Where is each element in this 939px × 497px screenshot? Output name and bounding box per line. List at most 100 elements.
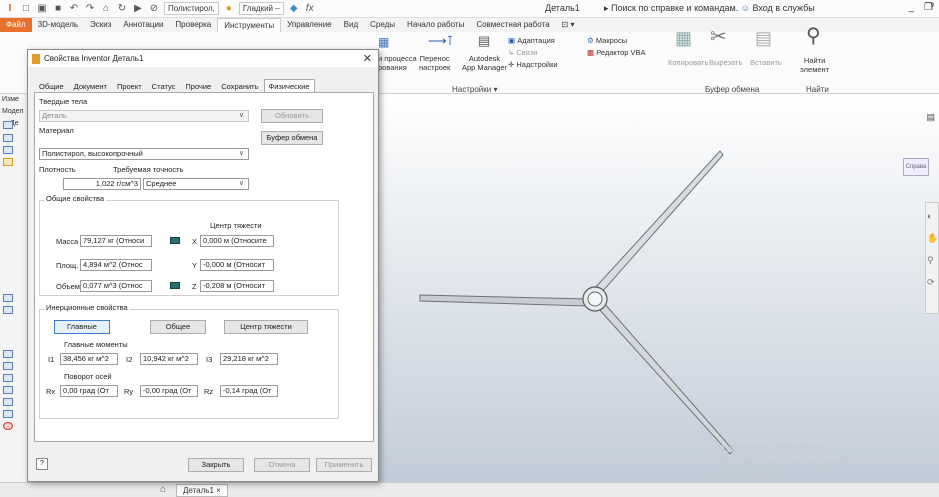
home-icon[interactable]: ⌂ <box>100 3 112 15</box>
tab-manage[interactable]: Управление <box>281 18 337 32</box>
dialog-close-button[interactable]: ✕ <box>363 52 372 65</box>
tab-tools[interactable]: Инструменты <box>217 18 282 32</box>
tree-node-icon[interactable] <box>3 146 13 154</box>
tab-document[interactable]: Документ <box>69 79 112 93</box>
tab-collaborate[interactable]: Совместная работа <box>470 18 555 32</box>
cog-x-field[interactable]: 0,000 м (Относите <box>200 235 274 247</box>
undo-icon[interactable]: ↶ <box>68 3 80 15</box>
tab-inspect[interactable]: Проверка <box>169 18 217 32</box>
tab-project[interactable]: Проект <box>112 79 147 93</box>
density-field[interactable]: 1,022 г/см^3 <box>63 178 141 190</box>
help-search-input[interactable]: ▸ Поиск по справке и командам. ☺ Вход в … <box>604 3 815 14</box>
fx-icon[interactable]: fx <box>304 3 316 15</box>
process-button[interactable]: и процесса рования <box>378 54 417 72</box>
tab-general[interactable]: Общие <box>34 79 69 93</box>
rz-field[interactable]: -0,14 град (От <box>220 385 278 397</box>
mass-field[interactable]: 79,127 кг (Относи <box>80 235 152 247</box>
tab-view[interactable]: Вид <box>338 18 364 32</box>
tree-node-icon[interactable] <box>3 306 13 314</box>
color-override-icon[interactable]: ◆ <box>288 3 300 15</box>
tab-sketch[interactable]: Эскиз <box>84 18 117 32</box>
no-symbol-icon[interactable]: ⊘ <box>148 3 160 15</box>
app-manager-button[interactable]: Autodesk App Manager <box>462 54 507 72</box>
appearance-combo[interactable]: Гладкий – <box>238 2 284 15</box>
cog-z-field[interactable]: -0,208 м (Относит <box>200 280 274 292</box>
cancel-button[interactable]: Отмена <box>254 458 310 472</box>
principal-button[interactable]: Главные <box>54 320 110 334</box>
solids-select[interactable]: Деталь <box>39 110 249 122</box>
tab-status[interactable]: Статус <box>147 79 181 93</box>
adaptation-button[interactable]: ▣ Адаптация <box>508 36 555 45</box>
apply-button[interactable]: Применить <box>316 458 372 472</box>
tab-environments[interactable]: Среды <box>364 18 401 32</box>
tab-get-started[interactable]: Начало работы <box>401 18 470 32</box>
accuracy-select[interactable]: Среднее <box>143 178 249 190</box>
document-tab[interactable]: Деталь1 × <box>176 484 228 497</box>
help-icon[interactable]: ? <box>36 458 48 470</box>
global-button[interactable]: Общее <box>150 320 206 334</box>
find-element-button[interactable]: Найти элемент <box>800 56 829 74</box>
sign-in-link[interactable]: Вход в службы <box>752 3 814 13</box>
clipboard-button[interactable]: Буфер обмена <box>261 131 323 145</box>
save-icon[interactable]: ■ <box>52 3 64 15</box>
transfer-settings-button[interactable]: Перенос настроек <box>419 54 450 72</box>
tab-3d-model[interactable]: 3D-модель <box>32 18 84 32</box>
part-node-icon[interactable] <box>3 121 13 129</box>
end-of-part-icon[interactable] <box>3 422 13 430</box>
tree-node-icon[interactable] <box>3 374 13 382</box>
browser-toggle-icon[interactable]: ▤ <box>926 112 935 123</box>
tree-node-icon[interactable] <box>3 294 13 302</box>
close-button[interactable]: Закрыть <box>188 458 244 472</box>
tab-overflow[interactable]: ⊡ ▾ <box>556 18 581 32</box>
i1-field[interactable]: 38,456 кг м^2 <box>60 353 118 365</box>
new-file-icon[interactable]: □ <box>20 3 32 15</box>
volume-field[interactable]: 0,077 м^3 (Относ <box>80 280 152 292</box>
home-tab-icon[interactable]: ⌂ <box>160 484 166 495</box>
copy-to-clipboard-icon[interactable] <box>170 282 180 289</box>
i2-field[interactable]: 10,942 кг м^2 <box>140 353 198 365</box>
update-button[interactable]: Обновить <box>261 109 323 123</box>
addins-button[interactable]: ✛ Надстройки <box>508 60 558 69</box>
copy-to-clipboard-icon[interactable] <box>170 237 180 244</box>
tree-node-icon[interactable] <box>3 398 13 406</box>
i3-field[interactable]: 29,218 кг м^2 <box>220 353 278 365</box>
pan-icon[interactable]: ✋ <box>927 233 938 244</box>
ry-field[interactable]: -0,00 град (От <box>140 385 198 397</box>
links-button[interactable]: ↳ Связи <box>508 48 537 57</box>
rx-field[interactable]: 0,00 град (От <box>60 385 118 397</box>
tree-node-icon[interactable] <box>3 362 13 370</box>
cog-button[interactable]: Центр тяжести <box>224 320 308 334</box>
material-combo[interactable]: Полистирол, <box>164 2 219 15</box>
area-field[interactable]: 4,894 м^2 (Относ <box>80 259 152 271</box>
tab-file[interactable]: Файл <box>0 18 32 32</box>
tree-node-icon[interactable] <box>3 410 13 418</box>
steering-wheel-icon[interactable]: ◐ <box>927 211 932 221</box>
update-icon[interactable]: ↻ <box>116 3 128 15</box>
app-logo-icon[interactable]: I <box>4 3 16 15</box>
tree-node-icon[interactable] <box>3 350 13 358</box>
redo-icon[interactable]: ↷ <box>84 3 96 15</box>
open-folder-icon[interactable]: ▣ <box>36 3 48 15</box>
tab-other[interactable]: Прочие <box>180 79 216 93</box>
cog-y-field[interactable]: -0,000 м (Относит <box>200 259 274 271</box>
macros-button[interactable]: ⚙ Макросы <box>587 36 627 45</box>
restore-button[interactable]: ❐ <box>924 2 933 13</box>
orbit-icon[interactable]: ⟳ <box>927 277 935 288</box>
paste-button[interactable]: Вставить <box>750 58 782 67</box>
vba-editor-button[interactable]: ▩ Редактор VBA <box>587 48 646 57</box>
tab-save[interactable]: Сохранить <box>216 79 263 93</box>
viewcube[interactable]: Справа <box>903 158 929 176</box>
tab-physical[interactable]: Физические <box>263 79 315 93</box>
tree-node-icon[interactable] <box>3 386 13 394</box>
minimize-button[interactable]: _ <box>908 2 914 13</box>
copy-button[interactable]: Копировать <box>668 58 708 67</box>
material-select[interactable]: Полистирол, высокопрочный <box>39 148 249 160</box>
tab-annotations[interactable]: Аннотации <box>117 18 169 32</box>
select-icon[interactable]: ▶ <box>132 3 144 15</box>
tree-node-icon[interactable] <box>3 134 13 142</box>
group-settings-label[interactable]: Настройки ▾ <box>452 85 497 94</box>
zoom-icon[interactable]: ⚲ <box>927 255 934 266</box>
navigation-bar[interactable]: ◐ ✋ ⚲ ⟳ <box>925 202 939 314</box>
cut-button[interactable]: Вырезать <box>709 58 742 67</box>
folder-icon[interactable] <box>3 158 13 166</box>
